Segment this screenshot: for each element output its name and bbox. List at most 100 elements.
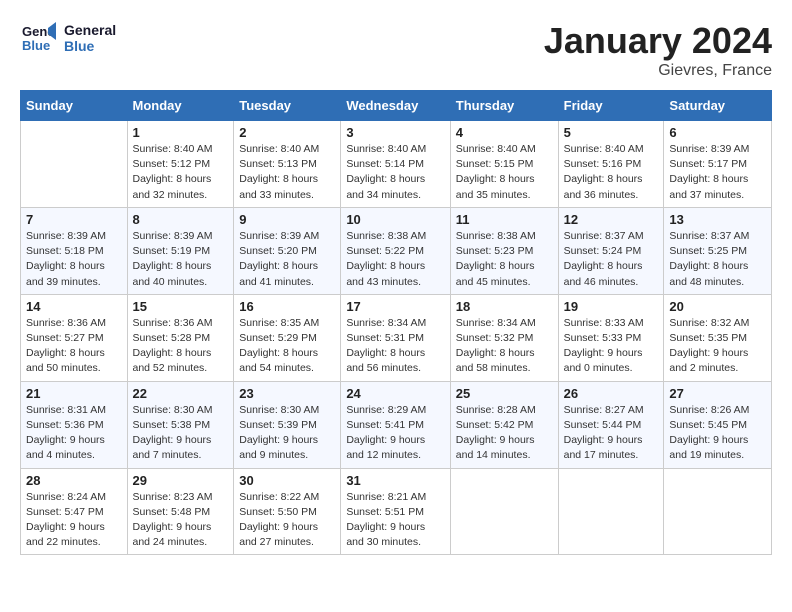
day-number: 29	[133, 473, 229, 488]
calendar-cell: 23 Sunrise: 8:30 AMSunset: 5:39 PMDayligh…	[234, 381, 341, 468]
calendar-cell: 6Sunrise: 8:39 AMSunset: 5:17 PMDaylight…	[664, 121, 772, 208]
calendar-cell: 20 Sunrise: 8:32 AMSunset: 5:35 PMDayligh…	[664, 294, 772, 381]
location-title: Gievres, France	[544, 62, 772, 80]
day-number: 12	[564, 212, 659, 227]
day-info: Sunrise: 8:24 AMSunset: 5:47 PMDaylight:…	[26, 490, 122, 551]
day-info: Sunrise: 8:34 AMSunset: 5:31 PMDaylight:…	[346, 316, 444, 377]
day-number: 21	[26, 386, 122, 401]
day-info: Sunrise: 8:37 AMSunset: 5:24 PMDaylight:…	[564, 229, 659, 290]
calendar-cell: 12 Sunrise: 8:37 AMSunset: 5:24 PMDayligh…	[558, 207, 664, 294]
calendar-week-1: 1Sunrise: 8:40 AMSunset: 5:12 PMDaylight…	[21, 121, 772, 208]
day-number: 17	[346, 299, 444, 314]
day-info: Sunrise: 8:22 AMSunset: 5:50 PMDaylight:…	[239, 490, 335, 551]
calendar-cell: 7 Sunrise: 8:39 AMSunset: 5:18 PMDaylight…	[21, 207, 128, 294]
day-number: 27	[669, 386, 766, 401]
calendar-cell: 11Sunrise: 8:38 AMSunset: 5:23 PMDayligh…	[450, 207, 558, 294]
day-number: 30	[239, 473, 335, 488]
col-header-wednesday: Wednesday	[341, 91, 450, 121]
calendar-week-4: 21 Sunrise: 8:31 AMSunset: 5:36 PMDayligh…	[21, 381, 772, 468]
calendar-cell: 24 Sunrise: 8:29 AMSunset: 5:41 PMDayligh…	[341, 381, 450, 468]
calendar-cell: 9Sunrise: 8:39 AMSunset: 5:20 PMDaylight…	[234, 207, 341, 294]
svg-text:Blue: Blue	[22, 38, 50, 53]
calendar-cell: 31Sunrise: 8:21 AMSunset: 5:51 PMDayligh…	[341, 468, 450, 555]
calendar-week-2: 7 Sunrise: 8:39 AMSunset: 5:18 PMDaylight…	[21, 207, 772, 294]
day-info: Sunrise: 8:33 AMSunset: 5:33 PMDaylight:…	[564, 316, 659, 377]
day-info: Sunrise: 8:37 AMSunset: 5:25 PMDaylight:…	[669, 229, 766, 290]
day-number: 20	[669, 299, 766, 314]
calendar-week-3: 14Sunrise: 8:36 AMSunset: 5:27 PMDayligh…	[21, 294, 772, 381]
day-info: Sunrise: 8:23 AMSunset: 5:48 PMDaylight:…	[133, 490, 229, 551]
day-number: 18	[456, 299, 553, 314]
col-header-saturday: Saturday	[664, 91, 772, 121]
day-info: Sunrise: 8:36 AMSunset: 5:28 PMDaylight:…	[133, 316, 229, 377]
day-info: Sunrise: 8:21 AMSunset: 5:51 PMDaylight:…	[346, 490, 444, 551]
day-number: 7	[26, 212, 122, 227]
day-info: Sunrise: 8:31 AMSunset: 5:36 PMDaylight:…	[26, 403, 122, 464]
calendar-cell: 1Sunrise: 8:40 AMSunset: 5:12 PMDaylight…	[127, 121, 234, 208]
logo-line2: Blue	[64, 38, 116, 54]
day-number: 4	[456, 125, 553, 140]
col-header-friday: Friday	[558, 91, 664, 121]
day-number: 19	[564, 299, 659, 314]
calendar-cell: 16Sunrise: 8:35 AMSunset: 5:29 PMDayligh…	[234, 294, 341, 381]
day-number: 26	[564, 386, 659, 401]
day-number: 13	[669, 212, 766, 227]
calendar-cell: 8Sunrise: 8:39 AMSunset: 5:19 PMDaylight…	[127, 207, 234, 294]
col-header-sunday: Sunday	[21, 91, 128, 121]
day-number: 15	[133, 299, 229, 314]
calendar-cell: 3Sunrise: 8:40 AMSunset: 5:14 PMDaylight…	[341, 121, 450, 208]
day-info: Sunrise: 8:26 AMSunset: 5:45 PMDaylight:…	[669, 403, 766, 464]
calendar-cell	[21, 121, 128, 208]
day-info: Sunrise: 8:39 AMSunset: 5:18 PMDaylight:…	[26, 229, 122, 290]
day-info: Sunrise: 8:39 AMSunset: 5:20 PMDaylight:…	[239, 229, 335, 290]
day-number: 23	[239, 386, 335, 401]
day-number: 6	[669, 125, 766, 140]
calendar-cell: 27 Sunrise: 8:26 AMSunset: 5:45 PMDayligh…	[664, 381, 772, 468]
day-number: 24	[346, 386, 444, 401]
calendar-cell: 17 Sunrise: 8:34 AMSunset: 5:31 PMDayligh…	[341, 294, 450, 381]
calendar-table: SundayMondayTuesdayWednesdayThursdayFrid…	[20, 90, 772, 555]
col-header-monday: Monday	[127, 91, 234, 121]
calendar-cell: 30 Sunrise: 8:22 AMSunset: 5:50 PMDayligh…	[234, 468, 341, 555]
calendar-cell: 18 Sunrise: 8:34 AMSunset: 5:32 PMDayligh…	[450, 294, 558, 381]
day-number: 3	[346, 125, 444, 140]
day-number: 25	[456, 386, 553, 401]
page-header: General Blue General Blue January 2024 G…	[20, 20, 772, 80]
month-title: January 2024	[544, 20, 772, 62]
day-info: Sunrise: 8:36 AMSunset: 5:27 PMDaylight:…	[26, 316, 122, 377]
day-info: Sunrise: 8:30 AMSunset: 5:38 PMDaylight:…	[133, 403, 229, 464]
calendar-cell: 29 Sunrise: 8:23 AMSunset: 5:48 PMDayligh…	[127, 468, 234, 555]
day-info: Sunrise: 8:30 AMSunset: 5:39 PMDaylight:…	[239, 403, 335, 464]
title-block: January 2024 Gievres, France	[544, 20, 772, 80]
calendar-cell: 21 Sunrise: 8:31 AMSunset: 5:36 PMDayligh…	[21, 381, 128, 468]
day-info: Sunrise: 8:40 AMSunset: 5:15 PMDaylight:…	[456, 142, 553, 203]
day-info: Sunrise: 8:35 AMSunset: 5:29 PMDaylight:…	[239, 316, 335, 377]
day-info: Sunrise: 8:40 AMSunset: 5:16 PMDaylight:…	[564, 142, 659, 203]
logo-line1: General	[64, 22, 116, 38]
calendar-cell: 28 Sunrise: 8:24 AMSunset: 5:47 PMDayligh…	[21, 468, 128, 555]
col-header-tuesday: Tuesday	[234, 91, 341, 121]
day-number: 22	[133, 386, 229, 401]
day-info: Sunrise: 8:32 AMSunset: 5:35 PMDaylight:…	[669, 316, 766, 377]
day-info: Sunrise: 8:38 AMSunset: 5:23 PMDaylight:…	[456, 229, 553, 290]
day-number: 1	[133, 125, 229, 140]
day-info: Sunrise: 8:38 AMSunset: 5:22 PMDaylight:…	[346, 229, 444, 290]
day-number: 10	[346, 212, 444, 227]
calendar-cell: 26Sunrise: 8:27 AMSunset: 5:44 PMDayligh…	[558, 381, 664, 468]
calendar-header: SundayMondayTuesdayWednesdayThursdayFrid…	[21, 91, 772, 121]
calendar-cell: 10 Sunrise: 8:38 AMSunset: 5:22 PMDayligh…	[341, 207, 450, 294]
calendar-week-5: 28 Sunrise: 8:24 AMSunset: 5:47 PMDayligh…	[21, 468, 772, 555]
day-info: Sunrise: 8:29 AMSunset: 5:41 PMDaylight:…	[346, 403, 444, 464]
day-info: Sunrise: 8:28 AMSunset: 5:42 PMDaylight:…	[456, 403, 553, 464]
calendar-cell: 14Sunrise: 8:36 AMSunset: 5:27 PMDayligh…	[21, 294, 128, 381]
calendar-cell: 5Sunrise: 8:40 AMSunset: 5:16 PMDaylight…	[558, 121, 664, 208]
calendar-cell: 15 Sunrise: 8:36 AMSunset: 5:28 PMDayligh…	[127, 294, 234, 381]
calendar-cell: 2Sunrise: 8:40 AMSunset: 5:13 PMDaylight…	[234, 121, 341, 208]
day-info: Sunrise: 8:39 AMSunset: 5:19 PMDaylight:…	[133, 229, 229, 290]
calendar-cell: 4 Sunrise: 8:40 AMSunset: 5:15 PMDaylight…	[450, 121, 558, 208]
col-header-thursday: Thursday	[450, 91, 558, 121]
day-info: Sunrise: 8:34 AMSunset: 5:32 PMDaylight:…	[456, 316, 553, 377]
day-number: 2	[239, 125, 335, 140]
calendar-cell	[558, 468, 664, 555]
day-number: 28	[26, 473, 122, 488]
